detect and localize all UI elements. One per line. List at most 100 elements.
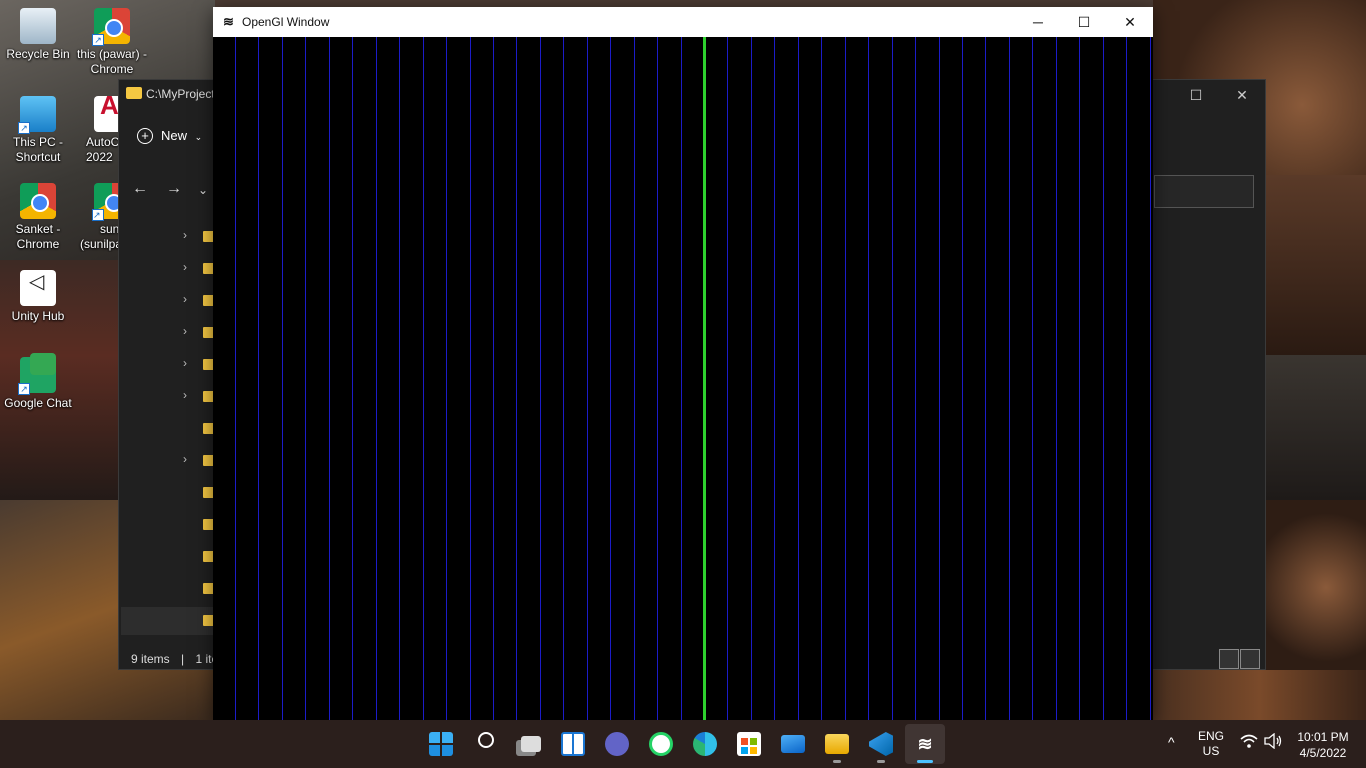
- taskbar-file-explorer-button[interactable]: [817, 724, 857, 764]
- shortcut-arrow-icon: ↗: [18, 122, 30, 134]
- taskbar-store-button[interactable]: [729, 724, 769, 764]
- desktop-icon-google-chat[interactable]: ↗ Google Chat: [0, 353, 76, 411]
- chrome-icon: ↗: [92, 8, 130, 46]
- minimize-button[interactable]: ─: [1015, 7, 1061, 37]
- back-button[interactable]: ←: [132, 180, 148, 198]
- forward-button[interactable]: →: [166, 180, 182, 198]
- wallpaper-tile: [1266, 355, 1366, 500]
- language-region: US: [1202, 744, 1220, 758]
- opengl-window[interactable]: ≋ OpenGl Window ─ ☐ ✕: [213, 7, 1153, 720]
- status-separator: |: [181, 652, 185, 666]
- whatsapp-icon: [649, 732, 673, 756]
- desktop-icon-label: AutoC: [86, 135, 118, 149]
- desktop-icon-label: This PC -: [12, 135, 63, 149]
- taskbar-task-view-button[interactable]: [509, 724, 549, 764]
- edge-icon: [693, 732, 717, 756]
- desktop-icon-label: sun: [100, 222, 118, 236]
- opengl-render-canvas[interactable]: [213, 37, 1153, 720]
- item-count: 9 items: [131, 652, 170, 666]
- mail-icon: [781, 735, 805, 753]
- opengl-app-icon: ≋: [917, 734, 933, 754]
- window-title: OpenGl Window: [242, 15, 330, 29]
- plus-icon: +: [137, 128, 153, 144]
- new-button[interactable]: + New ⌄: [137, 128, 202, 144]
- desktop-icon-recycle-bin[interactable]: Recycle Bin: [0, 8, 76, 62]
- desktop-icon-label: Recycle Bin: [6, 47, 70, 61]
- desktop-icon-chrome-sunil[interactable]: ↗ sun (sunilpa: [74, 183, 118, 252]
- taskbar-start-button[interactable]: [421, 724, 461, 764]
- chevron-right-icon[interactable]: ›: [183, 452, 187, 466]
- chrome-icon: [20, 183, 56, 219]
- taskbar-vscode-button[interactable]: [861, 724, 901, 764]
- chevron-right-icon[interactable]: ›: [183, 388, 187, 402]
- search-input[interactable]: [1154, 175, 1254, 208]
- taskbar: ≋ ^ ENG US 10:01 PM 4/5/2022: [0, 720, 1366, 768]
- taskbar-widgets-button[interactable]: [553, 724, 593, 764]
- details-view-button[interactable]: [1219, 649, 1239, 669]
- taskbar-search-button[interactable]: [465, 724, 505, 764]
- chevron-right-icon[interactable]: ›: [183, 260, 187, 274]
- language-code: ENG: [1197, 729, 1224, 743]
- unity-icon: [20, 270, 56, 306]
- taskbar-opengl-app-button[interactable]: ≋: [905, 724, 945, 764]
- desktop-icon-label: this (pawar) -: [76, 47, 147, 61]
- desktop-icon-label: Shortcut: [15, 150, 61, 164]
- wallpaper-tile: [1266, 175, 1366, 355]
- shortcut-arrow-icon: ↗: [92, 209, 104, 221]
- desktop-icon-chrome-pawar[interactable]: ↗ this (pawar) - Chrome: [74, 8, 150, 77]
- active-indicator: [917, 760, 933, 763]
- desktop-icon-label: Chrome: [16, 237, 60, 251]
- taskbar-chat-button[interactable]: [597, 724, 637, 764]
- desktop-icon-label: Google Chat: [4, 396, 72, 410]
- recent-locations-button[interactable]: ⌄: [198, 183, 208, 197]
- google-chat-icon: ↗: [18, 353, 56, 395]
- maximize-button[interactable]: ☐: [1061, 7, 1107, 37]
- task-view-icon: [521, 736, 541, 752]
- large-icons-view-button[interactable]: [1240, 649, 1260, 669]
- chrome-icon: ↗: [92, 183, 118, 221]
- autocad-icon: [94, 96, 118, 132]
- chevron-right-icon[interactable]: ›: [183, 356, 187, 370]
- chevron-right-icon[interactable]: ›: [183, 324, 187, 338]
- clock-time: 10:01 PM: [1297, 730, 1349, 744]
- shortcut-arrow-icon: ↗: [92, 34, 104, 46]
- chat-icon: [605, 732, 629, 756]
- explorer-close-button[interactable]: ✕: [1232, 85, 1252, 105]
- chevron-down-icon: ⌄: [194, 132, 203, 142]
- wifi-icon[interactable]: [1239, 733, 1259, 753]
- taskbar-whatsapp-button[interactable]: [641, 724, 681, 764]
- clock-date: 4/5/2022: [1299, 746, 1347, 760]
- folder-icon: [126, 87, 142, 99]
- explorer-path: C:\MyProject: [146, 87, 215, 101]
- explorer-status-bar: 9 items | 1 ite: [131, 652, 218, 666]
- show-hidden-icons-button[interactable]: ^: [1168, 734, 1175, 750]
- close-button[interactable]: ✕: [1107, 7, 1153, 37]
- running-indicator: [877, 760, 885, 763]
- desktop-icon-label: Chrome: [90, 62, 134, 76]
- desktop-icon-chrome-sanket[interactable]: Sanket - Chrome: [0, 183, 76, 252]
- desktop-icon-label: (sunilpa: [80, 237, 118, 251]
- widgets-icon: [561, 732, 585, 756]
- running-indicator: [833, 760, 841, 763]
- new-label: New: [161, 128, 188, 143]
- language-indicator[interactable]: ENG US: [1193, 729, 1229, 759]
- wallpaper-tile: [1153, 670, 1366, 720]
- monitor-icon: ↗: [18, 96, 56, 134]
- taskbar-mail-button[interactable]: [773, 724, 813, 764]
- desktop-icon-label: Unity Hub: [11, 309, 65, 323]
- desktop-icon-label: Sanket -: [15, 222, 61, 236]
- explorer-maximize-button[interactable]: ☐: [1186, 85, 1206, 105]
- store-icon: [737, 732, 761, 756]
- volume-icon[interactable]: [1263, 732, 1283, 753]
- chevron-right-icon[interactable]: ›: [183, 292, 187, 306]
- folder-icon: [825, 734, 849, 754]
- desktop-icon-label: 2022: [86, 150, 113, 164]
- opengl-window-titlebar[interactable]: ≋ OpenGl Window ─ ☐ ✕: [213, 7, 1153, 37]
- taskbar-edge-button[interactable]: [685, 724, 725, 764]
- grid-lines-svg: [235, 37, 1151, 720]
- desktop-icon-this-pc[interactable]: ↗ This PC - Shortcut: [0, 96, 76, 165]
- clock[interactable]: 10:01 PM 4/5/2022: [1293, 729, 1353, 761]
- desktop-icon-unity-hub[interactable]: Unity Hub: [0, 270, 76, 324]
- chevron-right-icon[interactable]: ›: [183, 228, 187, 242]
- desktop-icon-autocad[interactable]: AutoC 2022: [74, 96, 118, 165]
